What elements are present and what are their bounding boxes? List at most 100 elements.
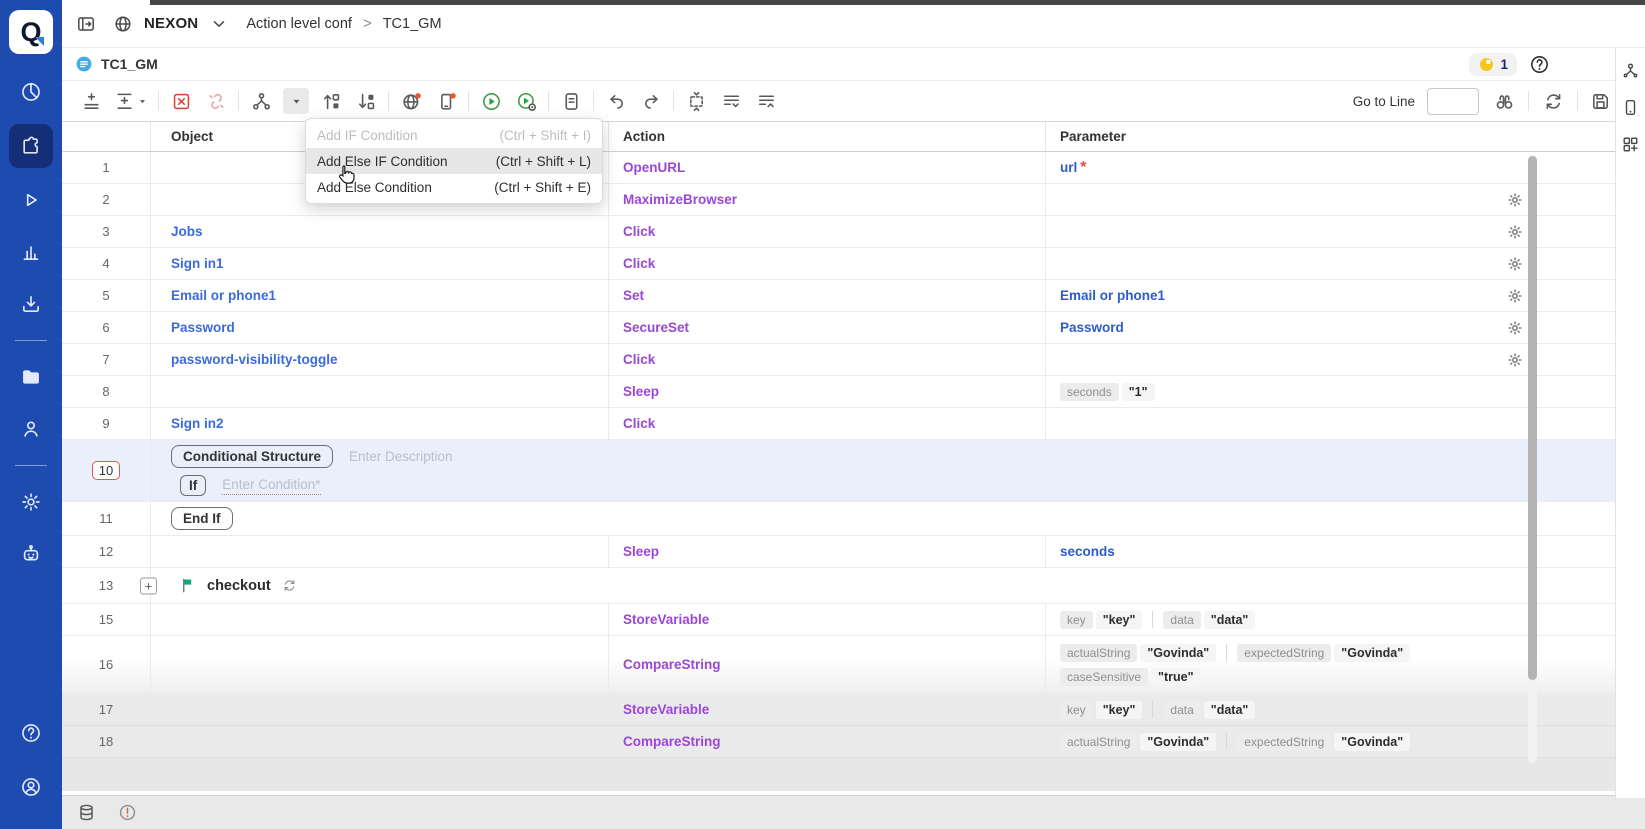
param-value-chip[interactable]: "Govinda" bbox=[1140, 733, 1216, 751]
tab-tc1-gm[interactable]: TC1_GM bbox=[75, 55, 158, 73]
param-value-chip[interactable]: "data" bbox=[1204, 611, 1256, 629]
param-value-chip[interactable]: "true" bbox=[1151, 668, 1200, 686]
expand-group-button[interactable]: + bbox=[140, 577, 157, 594]
table-row[interactable]: 9Sign in2Click bbox=[62, 408, 1645, 440]
rail-device-button[interactable] bbox=[1621, 98, 1640, 117]
param-value-chip[interactable]: "Govinda" bbox=[1140, 644, 1216, 662]
parameter-name[interactable]: Password bbox=[1060, 320, 1124, 335]
parameter-settings-icon[interactable] bbox=[1506, 255, 1524, 273]
nav-settings[interactable] bbox=[11, 482, 51, 522]
action-link[interactable]: StoreVariable bbox=[623, 612, 709, 627]
object-cell[interactable]: password-visibility-toggle bbox=[150, 344, 608, 375]
object-link[interactable]: password-visibility-toggle bbox=[171, 352, 338, 367]
object-cell[interactable]: Password bbox=[150, 312, 608, 343]
run-button[interactable] bbox=[478, 88, 504, 114]
action-link[interactable]: CompareString bbox=[623, 734, 721, 749]
action-cell[interactable]: Click bbox=[608, 216, 1045, 247]
parameter-settings-icon[interactable] bbox=[1506, 223, 1524, 241]
nav-files[interactable] bbox=[11, 357, 51, 397]
param-value-chip[interactable]: "Govinda" bbox=[1334, 733, 1410, 751]
parameter-settings-icon[interactable] bbox=[1506, 191, 1524, 209]
run-with-settings-button[interactable] bbox=[513, 88, 539, 114]
action-link[interactable]: Click bbox=[623, 256, 655, 271]
param-value-chip[interactable]: "Govinda" bbox=[1334, 644, 1410, 662]
unlink-button[interactable] bbox=[203, 88, 229, 114]
collapse-selection-button[interactable] bbox=[683, 88, 709, 114]
redo-button[interactable] bbox=[638, 88, 664, 114]
object-link[interactable]: Jobs bbox=[171, 224, 203, 239]
action-link[interactable]: MaximizeBrowser bbox=[623, 192, 737, 207]
add-step-button[interactable] bbox=[78, 88, 104, 114]
table-row[interactable]: 18CompareStringactualString"Govinda"expe… bbox=[62, 726, 1645, 758]
object-cell[interactable] bbox=[150, 376, 608, 407]
parameter-cell[interactable]: Email or phone1 bbox=[1045, 280, 1540, 311]
nav-users[interactable] bbox=[11, 409, 51, 449]
table-row[interactable]: 4Sign in1Click bbox=[62, 248, 1645, 280]
param-value-chip[interactable]: "data" bbox=[1204, 701, 1256, 719]
nav-reports[interactable] bbox=[11, 232, 51, 272]
table-row[interactable]: 16CompareStringactualString"Govinda"expe… bbox=[62, 636, 1645, 694]
parameter-cell[interactable]: seconds bbox=[1045, 536, 1540, 567]
undo-button[interactable] bbox=[603, 88, 629, 114]
table-row[interactable]: 3JobsClick bbox=[62, 216, 1645, 248]
nav-assistant[interactable] bbox=[11, 534, 51, 574]
parameter-cell[interactable]: Password bbox=[1045, 312, 1540, 343]
param-value-chip[interactable]: "1" bbox=[1122, 383, 1155, 401]
action-cell[interactable]: OpenURL bbox=[608, 152, 1045, 183]
refresh-button[interactable] bbox=[1540, 88, 1566, 114]
table-row[interactable]: 13+checkout bbox=[62, 568, 1645, 604]
table-row[interactable]: 7password-visibility-toggleClick bbox=[62, 344, 1645, 376]
insert-step-button[interactable] bbox=[113, 88, 149, 114]
action-link[interactable]: SecureSet bbox=[623, 320, 689, 335]
object-link[interactable]: Password bbox=[171, 320, 235, 335]
action-link[interactable]: Click bbox=[623, 352, 655, 367]
help-icon[interactable] bbox=[1529, 54, 1550, 75]
object-cell[interactable]: Sign in2 bbox=[150, 408, 608, 439]
nav-executions[interactable] bbox=[11, 180, 51, 220]
action-link[interactable]: OpenURL bbox=[623, 160, 685, 175]
parameter-name[interactable]: Email or phone1 bbox=[1060, 288, 1165, 303]
breadcrumb-current[interactable]: TC1_GM bbox=[383, 16, 442, 32]
action-cell[interactable]: SecureSet bbox=[608, 312, 1045, 343]
parameter-cell[interactable]: actualString"Govinda"expectedString"Govi… bbox=[1045, 726, 1540, 757]
expand-all-button[interactable] bbox=[718, 88, 744, 114]
object-cell[interactable] bbox=[150, 726, 608, 757]
group-name[interactable]: checkout bbox=[207, 578, 271, 594]
notes-button[interactable] bbox=[558, 88, 584, 114]
action-cell[interactable]: MaximizeBrowser bbox=[608, 184, 1045, 215]
description-placeholder[interactable]: Enter Description bbox=[349, 449, 453, 464]
parameter-settings-icon[interactable] bbox=[1506, 287, 1524, 305]
parameter-cell[interactable] bbox=[1045, 216, 1540, 247]
parameter-name[interactable]: url bbox=[1060, 160, 1077, 175]
table-row[interactable]: 6PasswordSecureSetPassword bbox=[62, 312, 1645, 344]
move-step-up-button[interactable] bbox=[318, 88, 344, 114]
action-link[interactable]: Sleep bbox=[623, 384, 659, 399]
nav-dashboard[interactable] bbox=[11, 72, 51, 112]
table-row[interactable]: 5Email or phone1SetEmail or phone1 bbox=[62, 280, 1645, 312]
mobile-recorder-button[interactable] bbox=[433, 88, 459, 114]
object-cell[interactable]: Email or phone1 bbox=[150, 280, 608, 311]
parameter-name[interactable]: seconds bbox=[1060, 544, 1115, 559]
condition-button[interactable] bbox=[248, 88, 274, 114]
menu-item-add-else[interactable]: Add Else Condition (Ctrl + Shift + E) bbox=[306, 174, 602, 200]
object-cell[interactable] bbox=[150, 604, 608, 635]
parameter-cell[interactable] bbox=[1045, 344, 1540, 375]
collapse-all-button[interactable] bbox=[753, 88, 779, 114]
if-chip[interactable]: If bbox=[180, 475, 206, 496]
action-cell[interactable]: Click bbox=[608, 344, 1045, 375]
action-cell[interactable]: Sleep bbox=[608, 376, 1045, 407]
action-link[interactable]: CompareString bbox=[623, 657, 721, 672]
breadcrumb-project[interactable]: NEXON bbox=[144, 15, 198, 32]
app-logo[interactable]: Q bbox=[9, 10, 53, 54]
object-link[interactable]: Sign in1 bbox=[171, 256, 224, 271]
conditional-structure-chip[interactable]: Conditional Structure bbox=[171, 445, 333, 468]
action-link[interactable]: Set bbox=[623, 288, 644, 303]
action-cell[interactable]: Set bbox=[608, 280, 1045, 311]
action-cell[interactable]: CompareString bbox=[608, 726, 1045, 757]
object-cell[interactable] bbox=[150, 694, 608, 725]
table-row[interactable]: 2MaximizeBrowser bbox=[62, 184, 1645, 216]
menu-item-add-else-if[interactable]: Add Else IF Condition (Ctrl + Shift + L) bbox=[306, 148, 602, 174]
table-scrollbar-thumb[interactable] bbox=[1528, 156, 1537, 680]
object-cell[interactable]: Sign in1 bbox=[150, 248, 608, 279]
condition-menu-toggle[interactable] bbox=[283, 88, 309, 114]
